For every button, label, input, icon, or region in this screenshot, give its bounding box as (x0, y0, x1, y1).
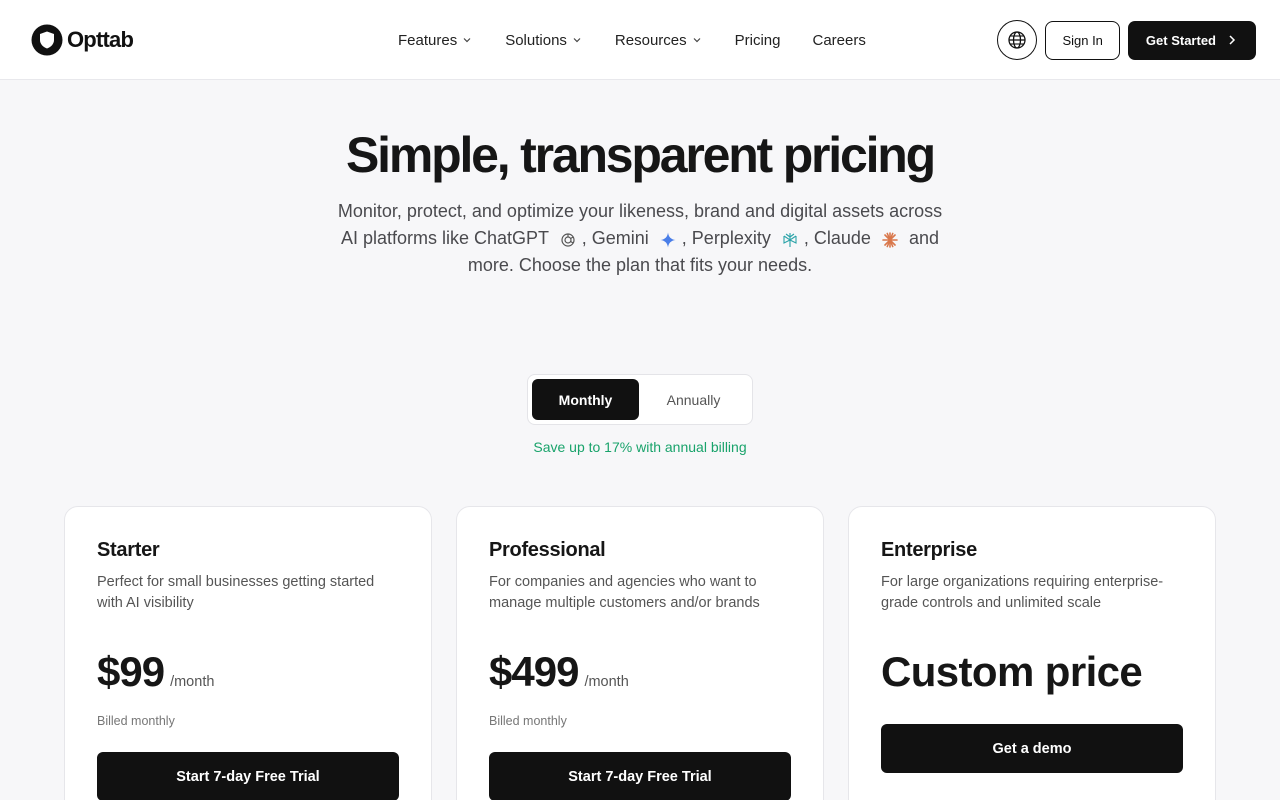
hero-sub-claude: Claude (813, 228, 871, 248)
nav-careers[interactable]: Careers (796, 26, 881, 54)
shield-logo-icon (31, 24, 63, 56)
brand-logo[interactable]: Opttab (31, 23, 134, 57)
claude-icon (879, 229, 901, 251)
price-row: $499 /month (489, 648, 791, 700)
plan-period: /month (170, 674, 215, 690)
hero-sub-perplexity: , Perplexity (681, 228, 771, 248)
hero-subtitle: Monitor, protect, and optimize your like… (330, 198, 950, 279)
brand-name: Opttab (67, 27, 134, 52)
header-actions: Sign In Get Started (997, 20, 1256, 60)
nav-solutions-label: Solutions (505, 31, 567, 49)
plan-description: For large organizations requiring enterp… (881, 574, 1164, 611)
nav-careers-label: Careers (812, 31, 866, 49)
chevron-down-icon (693, 38, 701, 43)
gemini-icon (657, 229, 679, 251)
nav-solutions[interactable]: Solutions (489, 26, 599, 54)
nav-features[interactable]: Features (382, 26, 489, 54)
start-trial-button[interactable]: Start 7-day Free Trial (97, 752, 399, 800)
perplexity-icon (779, 229, 801, 251)
billing-monthly-option[interactable]: Monthly (532, 379, 639, 420)
sign-in-button[interactable]: Sign In (1045, 20, 1120, 60)
plan-card-professional: Professional For companies and agencies … (456, 506, 824, 800)
chevron-down-icon (463, 38, 471, 43)
get-started-label: Get Started (1145, 32, 1216, 48)
plan-name: Starter (97, 539, 160, 561)
get-started-button[interactable]: Get Started (1127, 20, 1256, 60)
site-header: Opttab Features Solutions Resources Pric… (0, 0, 1280, 80)
annual-savings-note: Save up to 17% with annual billing (533, 439, 747, 455)
hero-sub-gemini: , Gemini (581, 228, 649, 248)
plan-price: Custom price (881, 648, 1143, 695)
billing-cadence: Billed monthly (97, 714, 175, 728)
plan-price: $99 (97, 648, 165, 695)
plan-period: /month (584, 674, 629, 690)
get-demo-button[interactable]: Get a demo (881, 724, 1183, 773)
language-button[interactable] (997, 20, 1038, 60)
nav-features-label: Features (398, 31, 458, 49)
plan-name: Professional (489, 539, 606, 561)
start-trial-button[interactable]: Start 7-day Free Trial (489, 752, 791, 800)
nav-resources-label: Resources (614, 31, 687, 49)
nav-pricing-label: Pricing (734, 31, 781, 49)
plan-card-enterprise: Enterprise For large organizations requi… (848, 506, 1216, 800)
billing-annually-option[interactable]: Annually (639, 379, 748, 420)
nav-resources[interactable]: Resources (599, 26, 719, 54)
plan-card-starter: Starter Perfect for small businesses get… (64, 506, 432, 800)
hero-sub-perplexity-comma: , (803, 228, 809, 248)
globe-icon (1008, 31, 1027, 49)
plan-name: Enterprise (881, 539, 977, 561)
billing-cadence: Billed monthly (489, 714, 567, 728)
billing-toggle: Monthly Annually (527, 374, 753, 425)
nav-pricing[interactable]: Pricing (719, 26, 797, 54)
main-nav: Features Solutions Resources Pricing Car… (382, 26, 882, 54)
plan-description: For companies and agencies who want to m… (489, 574, 760, 611)
plan-description: Perfect for small businesses getting sta… (97, 574, 375, 611)
plan-price: $499 (489, 648, 579, 695)
chatgpt-icon (557, 229, 579, 251)
page-title: Simple, transparent pricing (346, 127, 936, 183)
price-row: $99 /month (97, 648, 399, 700)
chevron-right-icon (1229, 35, 1236, 45)
chevron-down-icon (573, 38, 581, 43)
